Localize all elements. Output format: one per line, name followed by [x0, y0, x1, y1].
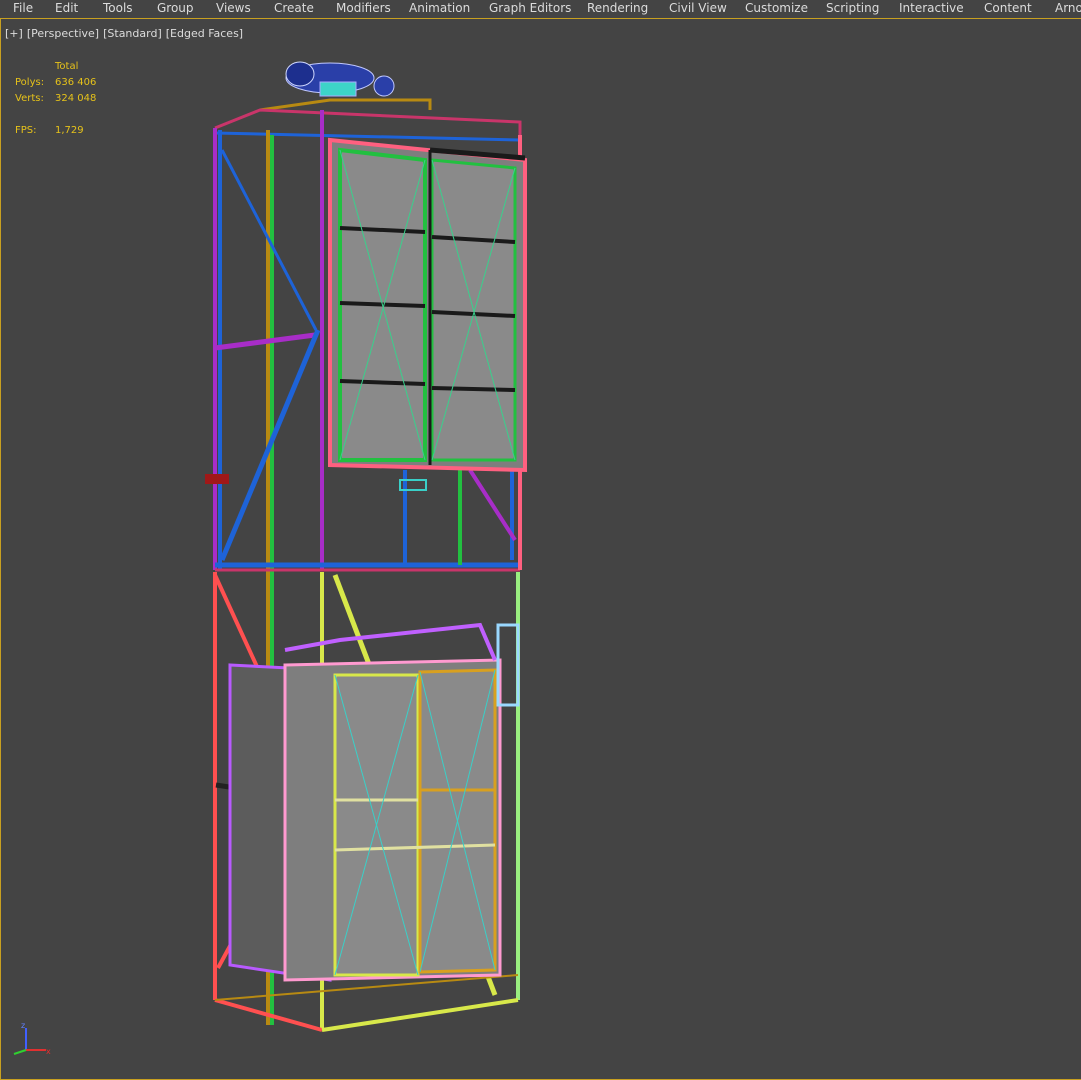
red-marker	[205, 474, 229, 484]
y-axis-line	[13, 1049, 27, 1055]
lower-cabin	[228, 622, 520, 982]
motor-unit	[285, 61, 395, 97]
elevator-tower-wireframe[interactable]	[0, 0, 1081, 1080]
upper-door-panel	[328, 137, 527, 473]
x-axis-label: x	[46, 1047, 51, 1056]
z-axis-label: z	[21, 1021, 25, 1030]
axis-gizmo: z x	[13, 1021, 51, 1056]
top-platform	[214, 98, 522, 142]
